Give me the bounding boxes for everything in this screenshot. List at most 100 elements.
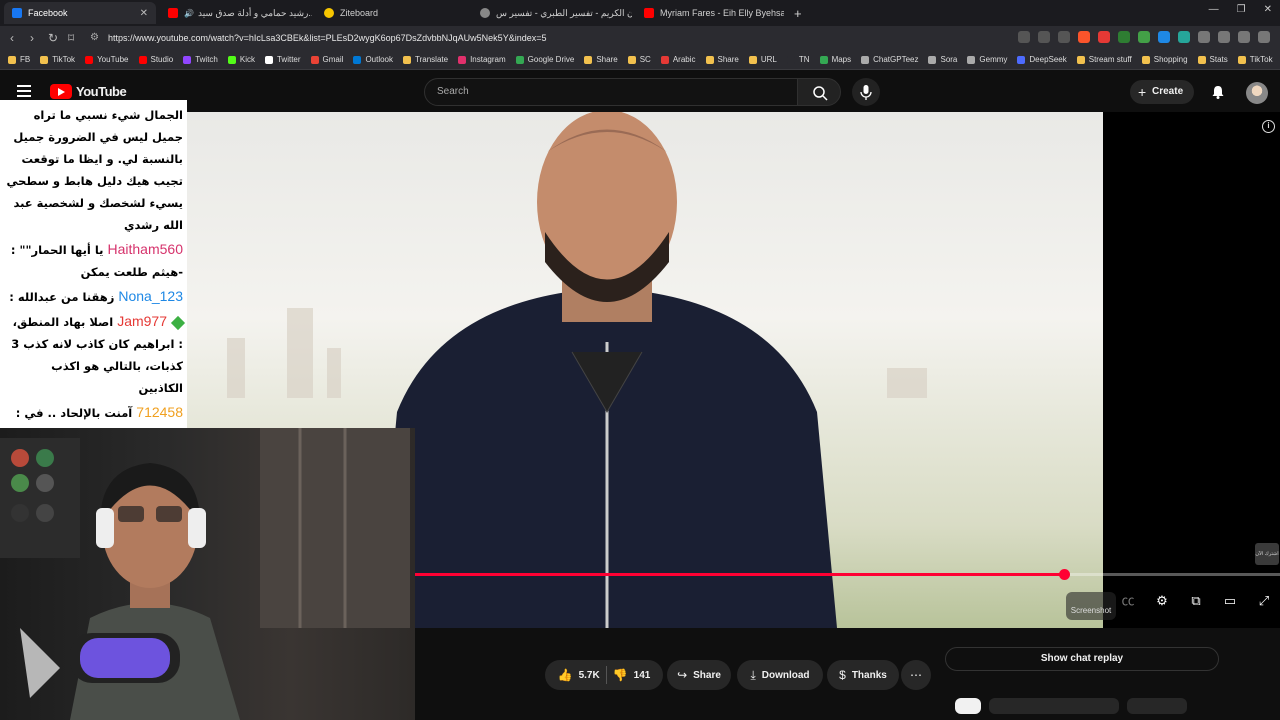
zoom-icon[interactable] <box>1038 31 1050 43</box>
brave-shield-icon[interactable] <box>1078 31 1090 43</box>
bookmark-item[interactable]: DeepSeek <box>1017 55 1067 64</box>
more-actions-button[interactable]: ⋯ <box>901 660 931 690</box>
bookmark-item[interactable]: YouTube <box>85 55 129 64</box>
extension-icon[interactable] <box>1138 31 1150 43</box>
extension-icon[interactable] <box>1178 31 1190 43</box>
captions-icon[interactable]: ㏄ <box>1118 593 1138 609</box>
chip[interactable] <box>1127 698 1187 714</box>
like-count[interactable]: 5.7K <box>579 670 600 681</box>
theater-mode-icon[interactable]: ▭ <box>1220 593 1240 609</box>
bookmark-label: SC <box>639 55 651 64</box>
close-tab-icon[interactable]: ✕ <box>134 8 148 19</box>
avatar[interactable] <box>1246 82 1268 104</box>
dislike-count[interactable]: 141 <box>634 670 651 681</box>
thumbs-down-icon[interactable]: 👎 <box>613 668 628 682</box>
info-icon[interactable]: i <box>1262 120 1275 133</box>
chat-username: Haitham560 <box>107 241 184 257</box>
restore-icon[interactable]: ❐ <box>1237 4 1246 15</box>
search-button[interactable] <box>797 78 841 106</box>
screenshot-button[interactable]: Screenshot <box>1066 592 1116 620</box>
bookmark-label: Shopping <box>1153 55 1188 64</box>
bookmark-item[interactable]: Share <box>705 55 739 64</box>
ziteboard-icon <box>324 8 334 18</box>
create-button[interactable]: + Create <box>1130 80 1194 104</box>
miniplayer-icon[interactable]: ⧉ <box>1186 593 1206 609</box>
extensions-puzzle-icon[interactable] <box>1198 31 1210 43</box>
show-chat-replay-button[interactable]: Show chat replay <box>945 647 1219 671</box>
bookmark-label: Stream stuff <box>1088 55 1132 64</box>
bookmark-item[interactable]: Sora <box>928 55 957 64</box>
bookmark-item[interactable]: Stream stuff <box>1076 55 1132 64</box>
profile-icon[interactable] <box>1258 31 1270 43</box>
bookmark-item[interactable]: Translate <box>403 55 448 64</box>
bookmark-item[interactable]: Stats <box>1197 55 1228 64</box>
bookmark-item[interactable]: URL <box>748 55 777 64</box>
bookmark-item[interactable]: Studio <box>138 55 173 64</box>
chip[interactable] <box>989 698 1119 714</box>
bookmark-item[interactable]: TN <box>786 55 810 64</box>
brave-rewards-icon[interactable] <box>1098 31 1110 43</box>
settings-gear-icon[interactable]: ⚙ <box>1152 593 1172 609</box>
subscribe-chip[interactable]: اشترك الآن <box>1255 543 1279 565</box>
youtube-logo[interactable]: YouTube <box>50 84 127 99</box>
close-window-icon[interactable]: ✕ <box>1264 4 1272 15</box>
download-button[interactable]: ⤓ Download <box>737 660 823 690</box>
url-field[interactable]: ⚙ https://www.youtube.com/watch?v=hIcLsa… <box>90 30 1010 46</box>
tab-ziteboard[interactable]: Ziteboard <box>316 2 468 24</box>
bookmark-icon <box>967 55 976 64</box>
bookmark-item[interactable]: Twitch <box>183 55 218 64</box>
chat-message: Nona_123 زهقنا من عبدالله : <box>6 285 183 308</box>
bookmark-item[interactable]: TikTok <box>40 55 75 64</box>
bookmark-item[interactable]: Arabic <box>660 55 696 64</box>
extension-icon[interactable] <box>1118 31 1130 43</box>
bookmark-item[interactable]: Google Drive <box>515 55 574 64</box>
minimize-icon[interactable]: — <box>1209 4 1219 15</box>
browser-tab-bar: Facebook ✕ 🔊 رشيد حمامي و أدلة صدق سيد..… <box>0 0 1280 26</box>
webcam-streamer-image <box>0 428 410 720</box>
share-page-icon[interactable] <box>1058 31 1070 43</box>
new-tab-button[interactable]: + <box>786 2 806 24</box>
forward-icon[interactable]: › <box>30 31 34 45</box>
bookmark-item[interactable]: Shopping <box>1141 55 1188 64</box>
bookmark-item[interactable]: Gmail <box>310 55 343 64</box>
site-info-icon[interactable]: ⚙ <box>90 30 99 46</box>
search-input[interactable]: Search <box>424 78 798 106</box>
bookmark-item[interactable]: Twitter <box>264 55 301 64</box>
thumbs-up-icon[interactable]: 👍 <box>558 668 573 682</box>
bookmark-icon <box>310 55 319 64</box>
share-button[interactable]: ↪ Share <box>667 660 731 690</box>
progress-scrubber[interactable] <box>1059 569 1070 580</box>
bookmark-icon[interactable]: ⌑ <box>68 31 74 45</box>
chip[interactable] <box>955 698 981 714</box>
bookmark-item[interactable]: Gemmy <box>967 55 1007 64</box>
reload-icon[interactable]: ↻ <box>48 31 58 45</box>
thanks-button[interactable]: $ Thanks <box>827 660 899 690</box>
bookmark-item[interactable]: TikTok <box>1237 55 1273 64</box>
tab-quran[interactable]: القرآن الكريم - تفسير الطبري - تفسير س..… <box>472 2 632 24</box>
bookmark-item[interactable]: Outlook <box>353 55 393 64</box>
bookmark-icon <box>748 55 757 64</box>
hamburger-menu-icon[interactable] <box>17 85 31 97</box>
bookmark-item[interactable]: Instagram <box>458 55 506 64</box>
download-icon: ⤓ <box>750 667 756 682</box>
tab-youtube-video[interactable]: 🔊 رشيد حمامي و أدلة صدق سيد... ✕ <box>160 2 312 24</box>
extension-icon[interactable] <box>1158 31 1170 43</box>
cast-icon[interactable] <box>1018 31 1030 43</box>
back-icon[interactable]: ‹ <box>10 31 14 45</box>
bookmark-item[interactable]: ChatGPTeez <box>861 55 918 64</box>
bookmark-item[interactable]: Share <box>584 55 618 64</box>
fullscreen-icon[interactable]: ⤢ <box>1254 593 1274 609</box>
speaker-icon[interactable]: 🔊 <box>184 9 194 18</box>
tab-myriam-fares[interactable]: Myriam Fares - Eih Elly Byehsal / ...عيش <box>636 2 784 24</box>
bookmark-item[interactable]: SC <box>627 55 651 64</box>
bookmark-item[interactable]: FB <box>8 55 30 64</box>
voice-search-button[interactable] <box>852 78 880 106</box>
tab-facebook[interactable]: Facebook ✕ <box>4 2 156 24</box>
bookmark-item[interactable]: Maps <box>819 55 851 64</box>
sidebar-icon[interactable] <box>1218 31 1230 43</box>
media-icon[interactable] <box>1238 31 1250 43</box>
notifications-button[interactable] <box>1210 84 1226 105</box>
bookmark-item[interactable]: Kick <box>227 55 255 64</box>
bookmark-icon <box>353 55 362 64</box>
create-label: Create <box>1152 86 1184 97</box>
